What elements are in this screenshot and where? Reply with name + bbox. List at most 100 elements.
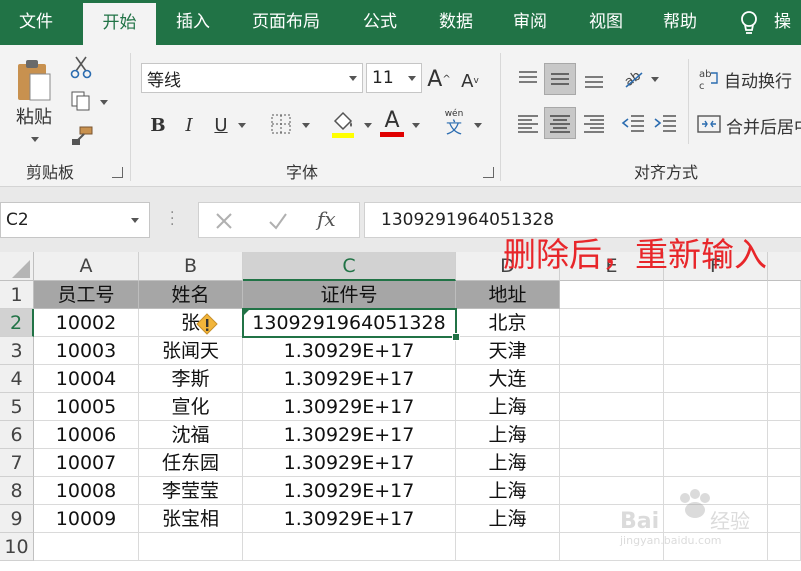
table-cell[interactable]: 地址 (456, 281, 560, 309)
empty-cell[interactable] (560, 281, 664, 309)
copy-dropdown-icon[interactable] (100, 100, 108, 105)
table-cell[interactable]: 李斯 (139, 365, 243, 393)
table-cell[interactable]: 任东园 (139, 449, 243, 477)
orientation-icon[interactable]: ab (620, 65, 646, 91)
empty-cell[interactable] (768, 393, 801, 421)
select-all-button[interactable] (0, 252, 34, 281)
column-header-c[interactable]: C (243, 252, 456, 281)
row-header[interactable]: 8 (0, 477, 34, 505)
empty-cell[interactable] (560, 393, 664, 421)
empty-cell[interactable] (560, 337, 664, 365)
empty-cell[interactable] (768, 421, 801, 449)
clipboard-dialog-launcher-icon[interactable] (112, 167, 123, 178)
font-dialog-launcher-icon[interactable] (483, 167, 494, 178)
underline-icon[interactable]: U (208, 111, 234, 139)
table-cell[interactable]: 10002 (34, 309, 139, 337)
copy-icon[interactable] (70, 90, 92, 112)
table-cell[interactable]: 上海 (456, 393, 560, 421)
empty-cell[interactable] (768, 449, 801, 477)
empty-cell[interactable] (664, 337, 768, 365)
increase-font-size-icon[interactable]: A ^ (427, 65, 451, 93)
tab-home[interactable]: 开始 (83, 3, 156, 45)
font-name-select[interactable]: 等线 (141, 63, 363, 93)
empty-cell[interactable] (768, 477, 801, 505)
cut-icon[interactable] (70, 55, 92, 79)
empty-cell[interactable] (664, 281, 768, 309)
table-cell[interactable]: 10006 (34, 421, 139, 449)
fill-handle[interactable] (452, 333, 460, 341)
table-cell[interactable]: 上海 (456, 505, 560, 533)
table-cell[interactable]: 北京 (456, 309, 560, 337)
align-bottom-icon[interactable] (580, 65, 608, 93)
empty-cell[interactable] (560, 449, 664, 477)
table-cell[interactable]: 1309291964051328 (243, 309, 456, 337)
table-cell[interactable] (34, 533, 139, 561)
tab-view[interactable]: 视图 (574, 0, 638, 45)
tab-page-layout[interactable]: 页面布局 (238, 0, 334, 45)
paste-button[interactable]: 粘贴 (12, 105, 56, 128)
tab-formulas[interactable]: 公式 (348, 0, 412, 45)
align-center-icon[interactable] (544, 107, 576, 139)
table-cell[interactable]: 1.30929E+17 (243, 393, 456, 421)
table-cell[interactable]: 1.30929E+17 (243, 365, 456, 393)
paste-dropdown-icon[interactable] (31, 137, 39, 142)
row-header[interactable]: 1 (0, 281, 34, 309)
underline-dropdown-icon[interactable] (238, 123, 246, 128)
lightbulb-icon[interactable] (738, 10, 760, 36)
empty-cell[interactable] (664, 365, 768, 393)
italic-icon[interactable]: I (176, 111, 202, 139)
empty-cell[interactable] (664, 421, 768, 449)
wrap-text-icon[interactable]: ab c (697, 67, 721, 92)
empty-cell[interactable] (768, 309, 801, 337)
empty-cell[interactable] (664, 309, 768, 337)
empty-cell[interactable] (768, 337, 801, 365)
row-header[interactable]: 6 (0, 421, 34, 449)
row-header[interactable]: 7 (0, 449, 34, 477)
table-cell[interactable]: 张 (139, 309, 243, 337)
align-right-icon[interactable] (580, 109, 608, 137)
wrap-text-button[interactable]: 自动换行 (724, 67, 801, 92)
table-cell[interactable]: 10003 (34, 337, 139, 365)
table-cell[interactable]: 上海 (456, 449, 560, 477)
tab-file[interactable]: 文件 (0, 0, 72, 45)
column-header-b[interactable]: B (139, 252, 243, 281)
table-cell[interactable]: 大连 (456, 365, 560, 393)
name-box[interactable]: C2 (0, 202, 150, 238)
tab-data[interactable]: 数据 (424, 0, 488, 45)
empty-cell[interactable] (768, 281, 801, 309)
tell-me-search[interactable]: 操 (774, 0, 801, 45)
more-options-icon[interactable]: · · · (170, 206, 176, 232)
table-cell[interactable]: 10007 (34, 449, 139, 477)
table-cell[interactable]: 10009 (34, 505, 139, 533)
align-middle-icon[interactable] (544, 63, 576, 95)
fill-color-icon[interactable] (330, 109, 356, 139)
font-size-select[interactable]: 11 (366, 63, 422, 93)
font-color-icon[interactable]: A (378, 107, 406, 139)
table-cell[interactable]: 10005 (34, 393, 139, 421)
table-cell[interactable]: 李莹莹 (139, 477, 243, 505)
table-cell[interactable]: 1.30929E+17 (243, 421, 456, 449)
table-cell[interactable]: 1.30929E+17 (243, 505, 456, 533)
tab-insert[interactable]: 插入 (160, 0, 226, 45)
format-painter-icon[interactable] (70, 125, 94, 147)
align-top-icon[interactable] (514, 65, 542, 93)
table-cell[interactable]: 宣化 (139, 393, 243, 421)
borders-icon[interactable] (270, 113, 292, 135)
row-header[interactable]: 4 (0, 365, 34, 393)
table-cell[interactable]: 沈福 (139, 421, 243, 449)
table-cell[interactable]: 姓名 (139, 281, 243, 309)
empty-cell[interactable] (560, 365, 664, 393)
table-cell[interactable]: 员工号 (34, 281, 139, 309)
insert-function-icon[interactable]: fx (317, 207, 347, 235)
paste-icon[interactable] (14, 56, 54, 104)
font-color-dropdown-icon[interactable] (412, 123, 420, 128)
empty-cell[interactable] (768, 505, 801, 533)
table-cell[interactable]: 10004 (34, 365, 139, 393)
column-header-a[interactable]: A (34, 252, 139, 281)
row-header[interactable]: 3 (0, 337, 34, 365)
fill-color-dropdown-icon[interactable] (364, 123, 372, 128)
enter-icon[interactable] (267, 210, 289, 232)
empty-cell[interactable] (560, 421, 664, 449)
tab-review[interactable]: 审阅 (498, 0, 562, 45)
table-cell[interactable]: 张宝相 (139, 505, 243, 533)
